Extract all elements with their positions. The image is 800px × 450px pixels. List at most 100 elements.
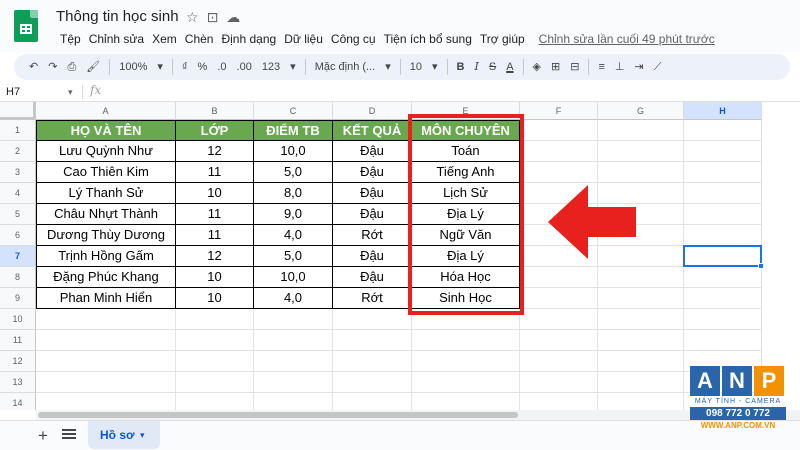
cell-d9[interactable]: Rớt — [333, 288, 412, 309]
increase-decimal-button[interactable]: .00 — [232, 57, 257, 77]
cell-c5[interactable]: 9,0 — [254, 204, 333, 225]
cell-e14[interactable] — [412, 393, 520, 410]
cell-b14[interactable] — [176, 393, 254, 410]
sheets-logo-icon[interactable] — [14, 10, 38, 42]
cell-a5[interactable]: Châu Nhựt Thành — [36, 204, 176, 225]
menu-help[interactable]: Trợ giúp — [476, 31, 529, 47]
row-header-5[interactable]: 5 — [0, 204, 36, 225]
cell-b4[interactable]: 10 — [176, 183, 254, 204]
row-header-6[interactable]: 6 — [0, 225, 36, 246]
cell-d14[interactable] — [333, 393, 412, 410]
cell-b9[interactable]: 10 — [176, 288, 254, 309]
menu-insert[interactable]: Chèn — [181, 31, 218, 47]
cell-b11[interactable] — [176, 330, 254, 351]
cell-c3[interactable]: 5,0 — [254, 162, 333, 183]
cell-g8[interactable] — [598, 267, 684, 288]
star-icon[interactable]: ☆ — [186, 8, 199, 26]
cell-h10[interactable] — [684, 309, 762, 330]
cell-h1[interactable] — [684, 120, 762, 141]
cell-f1[interactable] — [520, 120, 598, 141]
cell-f14[interactable] — [520, 393, 598, 410]
cell-d2[interactable]: Đậu — [333, 141, 412, 162]
cell-h6[interactable] — [684, 225, 762, 246]
cell-d8[interactable]: Đậu — [333, 267, 412, 288]
add-sheet-icon[interactable]: + — [38, 426, 48, 446]
row-header-1[interactable]: 1 — [0, 120, 36, 141]
scrollbar-thumb[interactable] — [38, 412, 518, 418]
cell-a12[interactable] — [36, 351, 176, 372]
select-all-corner[interactable] — [0, 102, 36, 120]
column-header-f[interactable]: F — [520, 102, 598, 120]
row-header-3[interactable]: 3 — [0, 162, 36, 183]
print-icon[interactable]: ⎙ — [62, 57, 81, 77]
cell-a13[interactable] — [36, 372, 176, 393]
decrease-decimal-button[interactable]: .0 — [212, 57, 231, 77]
cell-b7[interactable]: 12 — [176, 246, 254, 267]
cell-f3[interactable] — [520, 162, 598, 183]
cell-g1[interactable] — [598, 120, 684, 141]
selected-cell-h7[interactable] — [683, 245, 764, 269]
cell-c12[interactable] — [254, 351, 333, 372]
row-header-14[interactable]: 14 — [0, 393, 36, 410]
sheet-tab-ho-so[interactable]: Hồ sơ ▾ — [88, 421, 160, 449]
fill-handle[interactable] — [758, 263, 764, 269]
zoom-select[interactable]: 100% — [114, 57, 152, 77]
cell-c13[interactable] — [254, 372, 333, 393]
row-header-4[interactable]: 4 — [0, 183, 36, 204]
font-caret-icon[interactable]: ▾ — [380, 57, 396, 77]
cell-b1[interactable]: LỚP — [176, 120, 254, 141]
cell-e13[interactable] — [412, 372, 520, 393]
row-header-11[interactable]: 11 — [0, 330, 36, 351]
cell-b12[interactable] — [176, 351, 254, 372]
font-size-select[interactable]: 10 — [405, 57, 427, 77]
move-to-folder-icon[interactable]: ⊡ — [207, 8, 219, 26]
column-header-g[interactable]: G — [598, 102, 684, 120]
cell-d10[interactable] — [333, 309, 412, 330]
cell-f2[interactable] — [520, 141, 598, 162]
text-wrap-icon[interactable]: ⇥ — [629, 57, 648, 77]
row-header-13[interactable]: 13 — [0, 372, 36, 393]
cell-d7[interactable]: Đậu — [333, 246, 412, 267]
row-header-12[interactable]: 12 — [0, 351, 36, 372]
cell-a1[interactable]: HỌ VÀ TÊN — [36, 120, 176, 141]
cell-d1[interactable]: KẾT QUẢ — [333, 120, 412, 141]
cell-a9[interactable]: Phan Minh Hiển — [36, 288, 176, 309]
row-header-2[interactable]: 2 — [0, 141, 36, 162]
cell-c11[interactable] — [254, 330, 333, 351]
cell-d12[interactable] — [333, 351, 412, 372]
cell-b2[interactable]: 12 — [176, 141, 254, 162]
more-formats-caret-icon[interactable]: ▾ — [285, 57, 301, 77]
fill-color-icon[interactable]: ◈ — [528, 57, 546, 77]
cell-f13[interactable] — [520, 372, 598, 393]
text-rotation-icon[interactable]: ⟋ — [649, 57, 667, 77]
cell-b8[interactable]: 10 — [176, 267, 254, 288]
cell-e12[interactable] — [412, 351, 520, 372]
cloud-saved-icon[interactable]: ☁ — [226, 8, 240, 26]
redo-icon[interactable]: ↷ — [43, 57, 62, 77]
name-box-caret-icon[interactable]: ▾ — [68, 84, 73, 100]
strikethrough-button[interactable]: S — [484, 57, 501, 77]
cell-a3[interactable]: Cao Thiên Kim — [36, 162, 176, 183]
cell-c14[interactable] — [254, 393, 333, 410]
cell-b3[interactable]: 11 — [176, 162, 254, 183]
cell-d11[interactable] — [333, 330, 412, 351]
cell-b6[interactable]: 11 — [176, 225, 254, 246]
cell-f8[interactable] — [520, 267, 598, 288]
row-header-10[interactable]: 10 — [0, 309, 36, 330]
row-header-7[interactable]: 7 — [0, 246, 36, 267]
cell-h4[interactable] — [684, 183, 762, 204]
cell-c2[interactable]: 10,0 — [254, 141, 333, 162]
cell-a7[interactable]: Trịnh Hồng Gấm — [36, 246, 176, 267]
cell-h3[interactable] — [684, 162, 762, 183]
cell-d5[interactable]: Đậu — [333, 204, 412, 225]
cell-c9[interactable]: 4,0 — [254, 288, 333, 309]
cell-f9[interactable] — [520, 288, 598, 309]
cell-g10[interactable] — [598, 309, 684, 330]
menu-extensions[interactable]: Tiện ích bổ sung — [380, 31, 476, 47]
menu-data[interactable]: Dữ liệu — [280, 31, 327, 47]
cell-g11[interactable] — [598, 330, 684, 351]
cell-a6[interactable]: Dương Thùy Dương — [36, 225, 176, 246]
row-header-8[interactable]: 8 — [0, 267, 36, 288]
cell-g14[interactable] — [598, 393, 684, 410]
bold-button[interactable]: B — [452, 57, 470, 77]
